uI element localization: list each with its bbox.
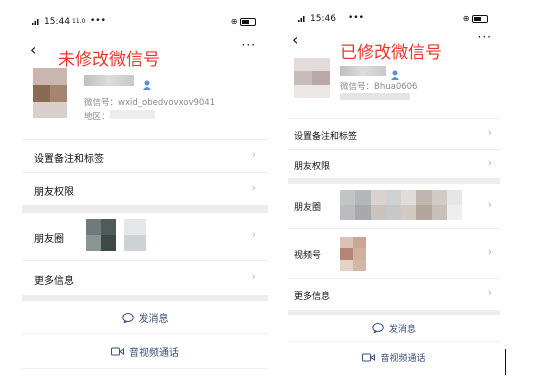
battery-icon: ⊕ [463,14,488,23]
row-label: 朋友权限 [34,187,74,198]
person-icon [143,75,151,90]
more-dots-icon[interactable]: ··· [242,38,256,52]
avatar[interactable] [294,58,330,98]
divider [22,368,268,369]
moments-thumbnail [86,219,116,251]
channels-thumbnail [340,237,366,271]
video-call-button[interactable]: 音视频通话 [288,351,500,365]
video-call-label: 音视频通话 [129,348,179,359]
chevron-right-icon: › [251,148,256,161]
region-blurred [110,110,155,119]
send-message-label: 发消息 [138,314,169,325]
send-message-button[interactable]: 发消息 [22,310,268,326]
row-more-info[interactable]: 更多信息 › [22,260,268,296]
chevron-right-icon: › [251,181,256,194]
annotation-unmodified: 未修改微信号 [58,50,160,70]
separator [22,295,268,301]
separator [22,205,268,213]
wechat-id: 微信号：wxid_obedvovxov9041 [84,98,216,108]
battery-icon: ⊕ [231,17,256,26]
moments-thumbnail [124,219,146,251]
row-label: 更多信息 [294,292,331,302]
chevron-right-icon: › [487,126,492,139]
status-bar: 15:44 11.0 ••• ⊕ [32,15,268,29]
wechat-id: 微信号：Bhua0606 [340,82,418,92]
chat-bubble-icon [372,323,384,336]
row-label: 朋友权限 [294,162,331,172]
row-label: 视频号 [294,251,322,261]
chevron-right-icon: › [487,156,492,169]
divider [288,341,500,342]
row-label: 设置备注和标签 [294,132,358,142]
video-call-label: 音视频通话 [380,354,426,364]
row-label: 朋友圈 [294,203,322,213]
chevron-right-icon: › [487,198,492,211]
signal-icon [298,15,307,24]
row-friend-permissions[interactable]: 朋友权限 › [288,149,500,179]
back-arrow-icon[interactable]: ‹ [30,40,36,59]
back-arrow-icon[interactable]: ‹ [292,30,298,49]
row-label: 设置备注和标签 [34,154,104,165]
person-icon [391,65,399,80]
moments-thumbnail [340,190,462,220]
row-friend-permissions[interactable]: 朋友权限 › [22,172,268,206]
divider [22,333,268,334]
row-set-remark[interactable]: 设置备注和标签 › [288,118,500,150]
chat-bubble-icon [121,312,134,326]
chevron-right-icon: › [251,270,256,283]
row-channels[interactable]: 视频号 › [288,228,500,279]
profile-screen-before: 15:44 11.0 ••• ⊕ ‹ 未修改微信号 ··· 微信号：wxid_o… [22,0,268,387]
annotation-modified: 已修改微信号 [340,43,442,63]
video-call-icon [362,353,376,365]
region-blurred [340,93,410,100]
separator [288,310,500,315]
video-call-icon [111,347,124,359]
status-time: 15:46 [310,14,336,24]
signal-icon [32,18,41,27]
row-moments[interactable]: 朋友圈 › [22,213,268,260]
more-dots-icon[interactable]: ··· [478,30,492,44]
status-icons: ••• [90,16,106,26]
row-label: 更多信息 [34,276,74,287]
avatar[interactable] [33,68,67,118]
send-message-label: 发消息 [388,325,416,335]
text-cursor [505,349,506,375]
nickname-blurred [340,66,386,76]
status-icons: ••• [348,13,364,23]
nickname-blurred [84,75,134,86]
video-call-button[interactable]: 音视频通话 [22,344,268,359]
chevron-right-icon: › [251,228,256,241]
status-time: 15:44 [44,17,70,27]
row-label: 朋友圈 [34,234,64,245]
region: 地区： [84,112,110,122]
chevron-right-icon: › [487,286,492,299]
chevron-right-icon: › [487,245,492,258]
row-more-info[interactable]: 更多信息 › [288,278,500,311]
send-message-button[interactable]: 发消息 [288,322,500,336]
row-set-remark[interactable]: 设置备注和标签 › [22,139,268,173]
status-bar: 15:46 ••• ⊕ [298,12,500,26]
profile-screen-after: 15:46 ••• ⊕ ‹ ··· 已修改微信号 微信号：Bhua0606 设置… [288,0,500,387]
row-moments[interactable]: 朋友圈 › [288,184,500,228]
